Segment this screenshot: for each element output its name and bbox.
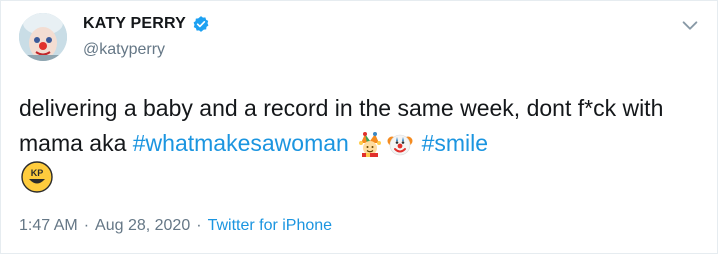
- jester-face-emoji-icon: [357, 131, 383, 157]
- user-handle[interactable]: @katyperry: [83, 41, 165, 59]
- kp-smiley-text: KP: [31, 168, 44, 178]
- hashtag-smile[interactable]: #smile: [422, 130, 488, 156]
- chevron-down-icon[interactable]: [679, 15, 701, 37]
- tweet-card: KATY PERRY @katyperry delivering a baby …: [0, 0, 718, 254]
- avatar[interactable]: [19, 13, 67, 61]
- meta-separator: ·: [196, 217, 202, 234]
- clown-face-emoji-icon: [387, 131, 413, 157]
- kp-smiley-emoji-icon: KP: [21, 161, 53, 193]
- tweet-metadata: 1:47 AM · Aug 28, 2020 · Twitter for iPh…: [19, 217, 332, 235]
- tweet-text: delivering a baby and a record in the sa…: [19, 91, 709, 197]
- tweet-source-link[interactable]: Twitter for iPhone: [208, 217, 333, 235]
- verified-badge-icon: [193, 16, 209, 32]
- tweet-time[interactable]: 1:47 AM: [19, 217, 78, 235]
- display-name[interactable]: KATY PERRY: [83, 15, 186, 33]
- name-row: KATY PERRY: [83, 15, 210, 33]
- clown-avatar-icon: [19, 13, 67, 61]
- tweet-date[interactable]: Aug 28, 2020: [95, 217, 190, 235]
- hashtag-whatmakesawoman[interactable]: #whatmakesawoman: [133, 130, 349, 156]
- meta-separator: ·: [83, 217, 90, 234]
